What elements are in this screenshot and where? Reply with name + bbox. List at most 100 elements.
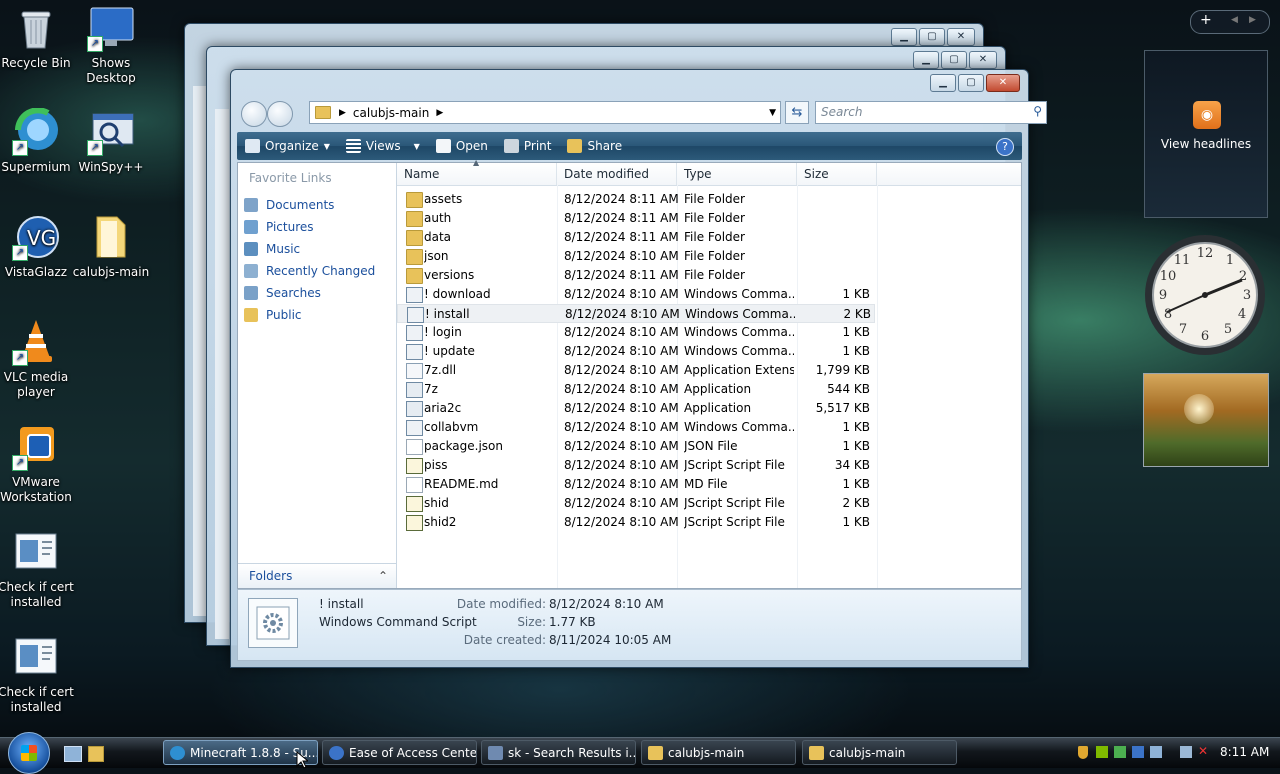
desktop-icon-calubjs-main[interactable]: calubjs-main [69,213,153,280]
organize-button[interactable]: Organize ▼ [237,132,338,160]
views-label: Views [365,139,401,153]
file-row[interactable]: shid 8/12/2024 8:10 AM JScript Script File… [397,494,875,513]
back-button[interactable] [241,101,267,127]
clock-gadget[interactable]: 12 1 2 345 678 9 10 11 [1142,232,1268,358]
file-row[interactable]: README.md 8/12/2024 8:10 AM MD File 1 KB [397,475,875,494]
share-button[interactable]: Share [559,132,630,160]
file-row[interactable]: data 8/12/2024 8:11 AM File Folder [397,228,875,247]
file-name-cell: ! login [424,325,462,339]
taskbar-button-ease-of-access[interactable]: Ease of Access Center [322,740,477,765]
svg-text:5: 5 [1224,322,1232,337]
mouse-cursor-icon [296,750,310,772]
column-header-type[interactable]: Type [677,163,797,185]
minimize-button[interactable]: ▁ [913,51,939,69]
desktop-icon-recycle-bin[interactable]: Recycle Bin [0,4,78,71]
nav-item-recently-changed[interactable]: Recently Changed [244,261,375,281]
file-row[interactable]: ! login 8/12/2024 8:10 AM Windows Comma...… [397,323,875,342]
security-shield-icon[interactable] [1078,746,1088,759]
help-button[interactable]: ? [996,138,1014,156]
desktop-icon-vmware[interactable]: ↗ VMware Workstation [0,423,78,505]
previous-gadget-icon[interactable]: ◀ [1231,15,1238,25]
search-icon[interactable]: ⚲ [1033,104,1042,118]
file-row[interactable]: 7z.dll 8/12/2024 8:10 AM Application Exten… [397,361,875,380]
nav-item-searches[interactable]: Searches [244,283,321,303]
explorer-window[interactable]: ▁ ▢ ✕ ▶ calubjs-main ▶ ▼ ⇆ Search ⚲ Orga… [230,69,1047,668]
desktop-icon-check-cert-2[interactable]: Check if cert installed [0,633,78,715]
taskbar-button-calubjs-main-1[interactable]: calubjs-main [641,740,796,765]
file-date-cell: 8/12/2024 8:10 AM [564,363,679,377]
file-size-cell: 1 KB [842,515,870,529]
desktop-icon-vistaglazz[interactable]: VG ↗ VistaGlazz [0,213,78,280]
next-gadget-icon[interactable]: ▶ [1249,15,1256,25]
documents-icon [244,198,258,212]
maximize-button[interactable]: ▢ [919,28,945,46]
file-size-cell: 1 KB [842,477,870,491]
file-row[interactable]: package.json 8/12/2024 8:10 AM JSON File 1 … [397,437,875,456]
print-button[interactable]: Print [496,132,560,160]
file-row[interactable]: json 8/12/2024 8:10 AM File Folder [397,247,875,266]
file-row[interactable]: aria2c 8/12/2024 8:10 AM Application 5,517 … [397,399,875,418]
nav-item-pictures[interactable]: Pictures [244,217,314,237]
tray-app-icon[interactable] [1114,746,1126,758]
file-row[interactable]: 7z 8/12/2024 8:10 AM Application 544 KB [397,380,875,399]
refresh-button[interactable]: ⇆ [785,101,809,124]
file-row[interactable]: shid2 8/12/2024 8:10 AM JScript Script Fil… [397,513,875,532]
minimize-button[interactable]: ▁ [891,28,917,46]
file-row[interactable]: ! install 8/12/2024 8:10 AM Windows Comma.… [397,304,875,323]
column-header-date[interactable]: Date modified [557,163,677,185]
network-icon[interactable] [1180,746,1192,758]
column-header-size[interactable]: Size [797,163,877,185]
nav-item-music[interactable]: Music [244,239,300,259]
desktop-icon-shows-desktop[interactable]: ↗ Shows Desktop [69,4,153,86]
add-gadget-button[interactable]: + [1200,12,1212,28]
file-date-cell: 8/12/2024 8:10 AM [564,325,679,339]
favorite-links-title: Favorite Links [249,171,332,185]
tray-app-icon[interactable] [1150,746,1162,758]
file-row[interactable]: ! download 8/12/2024 8:10 AM Windows Comma… [397,285,875,304]
forward-button[interactable] [267,101,293,127]
desktop-icon-vlc[interactable]: ↗ VLC media player [0,318,78,400]
taskbar-button-search-results[interactable]: sk - Search Results i... [481,740,636,765]
taskbar-button-minecraft[interactable]: Minecraft 1.8.8 - Su... [163,740,318,765]
open-button[interactable]: Open [428,132,496,160]
file-row[interactable]: ! update 8/12/2024 8:10 AM Windows Comma..… [397,342,875,361]
command-script-icon [406,344,423,360]
search-input[interactable]: Search ⚲ [815,101,1047,124]
desktop-icon-check-cert[interactable]: Check if cert installed [0,528,78,610]
breadcrumb-item[interactable]: calubjs-main [353,106,429,120]
show-desktop-quicklaunch[interactable] [64,746,82,762]
taskbar-button-calubjs-main-2[interactable]: calubjs-main [802,740,957,765]
details-date-created-label: Date created: [463,633,546,647]
minimize-button[interactable]: ▁ [930,74,956,92]
chevron-down-icon[interactable]: ▼ [769,108,776,118]
folders-toggle[interactable]: Folders ⌃ [238,563,396,588]
tray-app-icon[interactable] [1132,746,1144,758]
close-button[interactable]: ✕ [986,74,1020,92]
breadcrumb-separator-icon[interactable]: ▶ [436,108,443,118]
file-row[interactable]: assets 8/12/2024 8:11 AM File Folder [397,190,875,209]
file-name-cell: data [424,230,452,244]
desktop-icon-winspy[interactable]: ↗ WinSpy++ [69,108,153,175]
file-row[interactable]: piss 8/12/2024 8:10 AM JScript Script File… [397,456,875,475]
slideshow-gadget[interactable] [1143,373,1269,467]
maximize-button[interactable]: ▢ [941,51,967,69]
file-type-cell: Application [684,382,752,396]
desktop-icon-supermium[interactable]: ↗ Supermium [0,107,78,175]
file-row[interactable]: versions 8/12/2024 8:11 AM File Folder [397,266,875,285]
nav-item-public[interactable]: Public [244,305,302,325]
taskbar-clock[interactable]: 8:11 AM [1220,745,1269,759]
breadcrumb-separator-icon[interactable]: ▶ [339,108,346,118]
feed-headlines-gadget[interactable]: ◉ View headlines [1144,50,1268,218]
maximize-button[interactable]: ▢ [958,74,984,92]
nav-item-documents[interactable]: Documents [244,195,334,215]
switch-windows-quicklaunch[interactable] [88,746,104,762]
volume-muted-icon[interactable]: ✕ [1198,744,1208,758]
close-button[interactable]: ✕ [947,28,975,46]
file-row[interactable]: auth 8/12/2024 8:11 AM File Folder [397,209,875,228]
close-button[interactable]: ✕ [969,51,997,69]
address-bar[interactable]: ▶ calubjs-main ▶ ▼ [309,101,781,124]
tray-app-icon[interactable] [1096,746,1108,758]
file-row[interactable]: collabvm 8/12/2024 8:10 AM Windows Comma..… [397,418,875,437]
views-button[interactable]: Views ▼ [338,132,428,160]
folder-icon [809,746,824,760]
